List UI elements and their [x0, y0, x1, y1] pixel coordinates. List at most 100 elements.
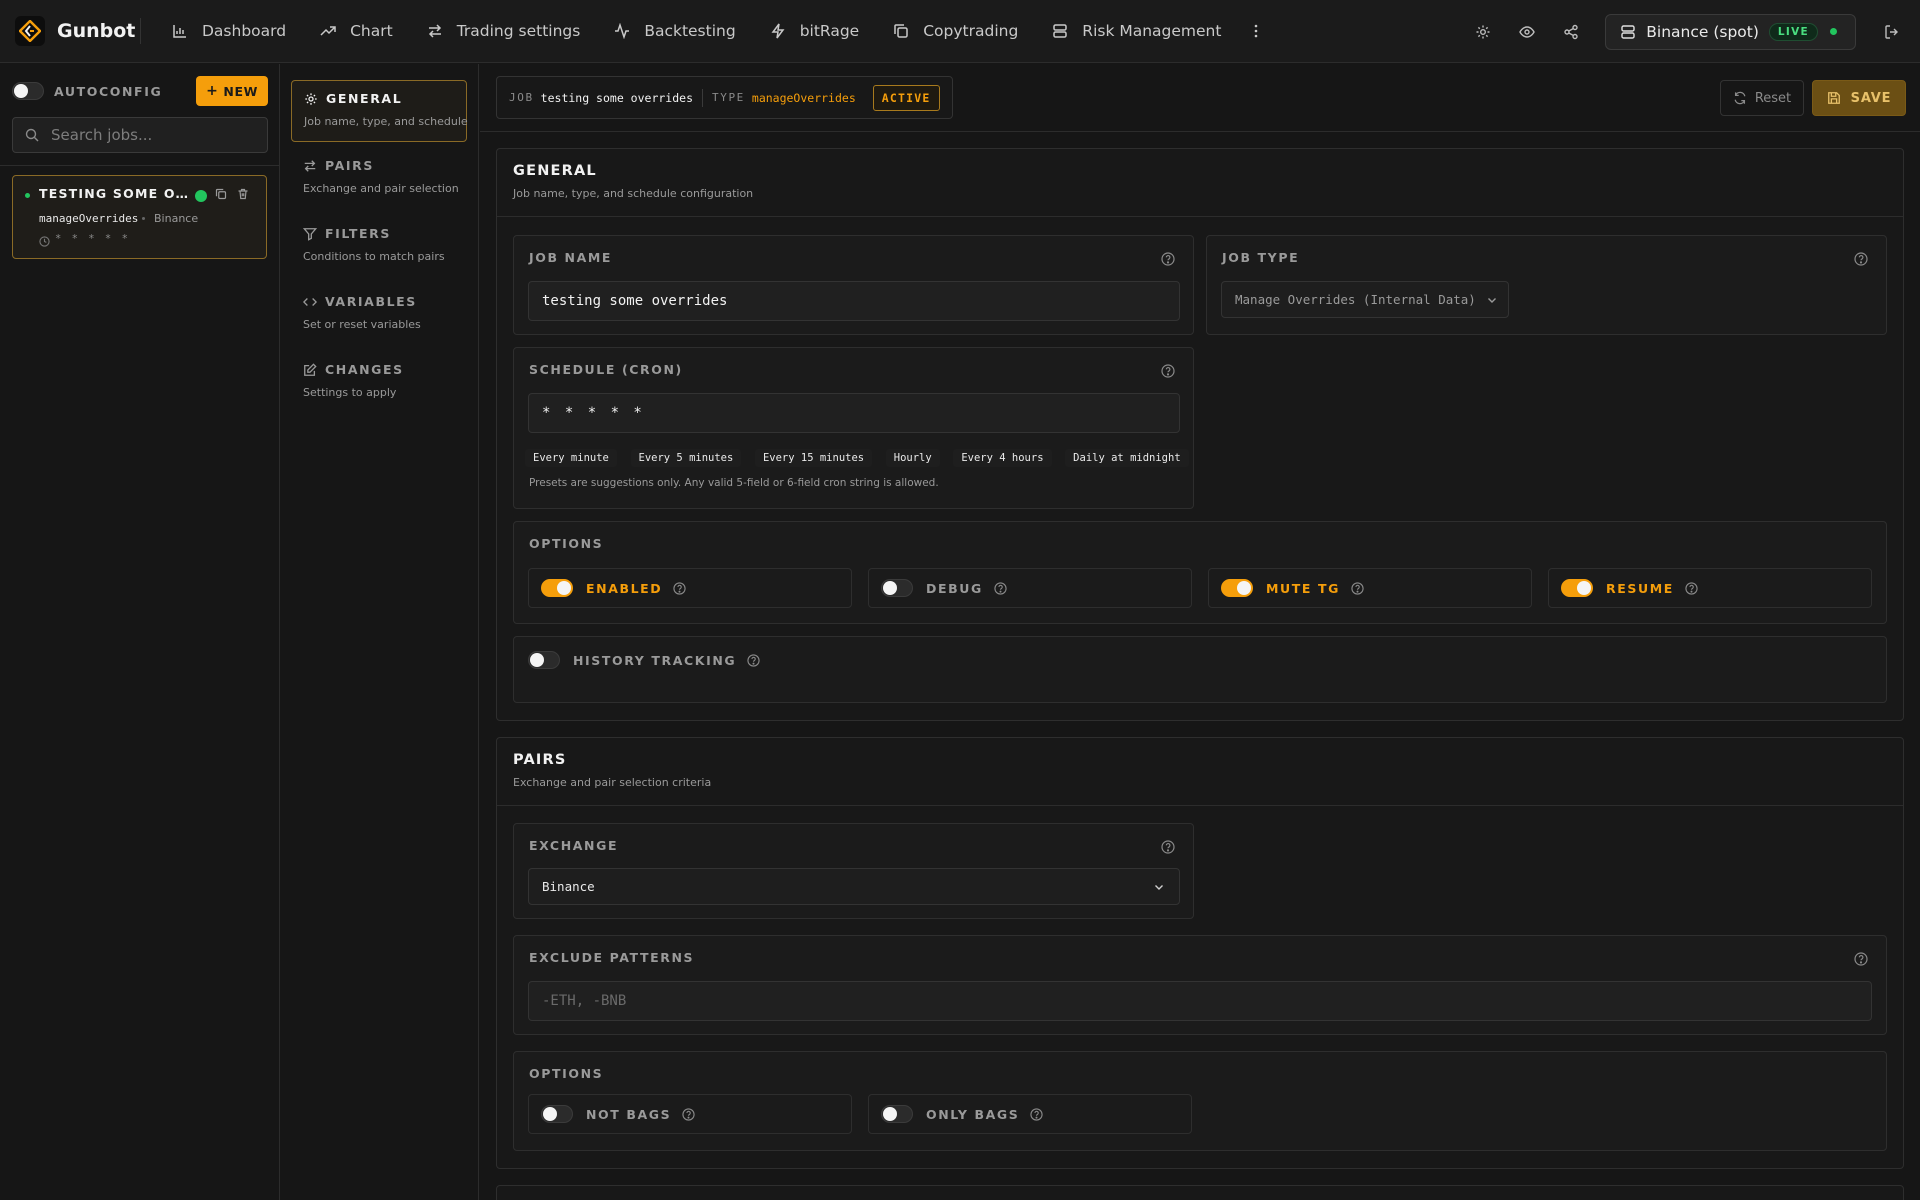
preset-chip[interactable]: Every 4 hours	[953, 449, 1052, 467]
nav-risk-management[interactable]: Risk Management	[1035, 11, 1238, 51]
section-nav-filters[interactable]: FILTERS Conditions to match pairs	[291, 216, 467, 278]
job-name-input[interactable]: testing some overrides	[528, 281, 1180, 321]
chevron-down-icon	[1155, 885, 1163, 890]
nav-bitrage[interactable]: bitRage	[753, 11, 877, 51]
help-icon[interactable]	[1685, 581, 1698, 595]
duplicate-job-button[interactable]	[215, 188, 227, 200]
help-icon[interactable]	[994, 581, 1007, 595]
help-icon[interactable]	[1161, 840, 1175, 854]
option-enabled[interactable]: ENABLED	[528, 568, 852, 608]
settings-button[interactable]	[1461, 12, 1505, 52]
top-right-controls: Binance (spot) LIVE	[1461, 0, 1920, 63]
help-icon[interactable]	[1161, 252, 1175, 266]
exchange-label: EXCHANGE	[529, 838, 619, 853]
section-nav-filters-label: FILTERS	[325, 226, 391, 241]
nav-risk-management-label: Risk Management	[1082, 22, 1222, 40]
help-icon[interactable]	[1854, 952, 1868, 966]
schedule-field: SCHEDULE (CRON) * * * * * Every minute E…	[513, 347, 1194, 509]
pairs-card: PAIRS Exchange and pair selection criter…	[496, 737, 1904, 1169]
option-resume[interactable]: RESUME	[1548, 568, 1872, 608]
job-type-select[interactable]: Manage Overrides (Internal Data)	[1221, 281, 1509, 318]
server-icon	[1621, 24, 1635, 39]
nav-more-button[interactable]	[1238, 11, 1288, 51]
exclude-patterns-field: EXCLUDE PATTERNS -ETH, -BNB	[513, 935, 1887, 1035]
section-nav-general[interactable]: GENERAL Job name, type, and schedule	[291, 80, 468, 142]
help-icon[interactable]	[1854, 252, 1868, 266]
search-input[interactable]	[51, 126, 251, 144]
autoconfig-toggle[interactable]	[12, 82, 44, 100]
status-badge: ACTIVE	[872, 84, 940, 111]
share-button[interactable]	[1549, 12, 1593, 52]
debug-toggle[interactable]	[881, 579, 913, 597]
job-card-separator	[142, 217, 145, 220]
resume-toggle[interactable]	[1561, 579, 1593, 597]
option-debug[interactable]: DEBUG	[868, 568, 1192, 608]
job-card-exchange: Binance	[154, 212, 199, 225]
only-bags-toggle[interactable]	[881, 1105, 913, 1123]
job-value: testing some overrides	[540, 90, 693, 105]
nav-dashboard-label: Dashboard	[202, 22, 287, 40]
option-not-bags[interactable]: NOT BAGS	[528, 1094, 852, 1134]
gear-icon	[305, 92, 317, 105]
logout-icon	[1885, 24, 1898, 39]
preset-chip[interactable]: Every 5 minutes	[630, 449, 742, 467]
section-nav-variables[interactable]: VARIABLES Set or reset variables	[291, 284, 467, 346]
preset-chip[interactable]: Every minute	[525, 449, 617, 467]
schedule-label: SCHEDULE (CRON)	[529, 362, 683, 377]
swap-arrows-icon	[428, 24, 441, 38]
job-active-indicator[interactable]	[195, 190, 207, 202]
nav-copytrading[interactable]: Copytrading	[876, 11, 1035, 51]
more-vertical-icon	[1255, 24, 1258, 38]
copy-icon	[894, 24, 908, 38]
help-icon[interactable]	[1161, 364, 1175, 378]
nav-chart[interactable]: Chart	[303, 11, 410, 51]
job-card[interactable]: TESTING SOME O... manageOverrides Binanc…	[12, 175, 267, 259]
pairs-title: PAIRS	[513, 752, 567, 768]
exchange-select[interactable]: Binance	[528, 868, 1180, 905]
option-mute-tg[interactable]: MUTE TG	[1208, 568, 1532, 608]
schedule-input[interactable]: * * * * *	[528, 393, 1180, 433]
nav-dashboard[interactable]: Dashboard	[155, 11, 303, 51]
help-icon[interactable]	[682, 1107, 695, 1121]
exclude-patterns-input[interactable]: -ETH, -BNB	[528, 981, 1872, 1021]
copy-icon	[215, 188, 227, 200]
logout-button[interactable]	[1864, 24, 1920, 40]
nav-trading-settings[interactable]: Trading settings	[410, 11, 598, 51]
job-card-type: manageOverrides	[39, 212, 139, 225]
delete-job-button[interactable]	[237, 188, 249, 200]
job-key: JOB	[509, 91, 534, 104]
activity-icon	[615, 23, 630, 39]
visibility-button[interactable]	[1505, 12, 1549, 52]
reset-button[interactable]: Reset	[1720, 80, 1804, 116]
save-button[interactable]: SAVE	[1812, 80, 1906, 116]
nav-backtesting[interactable]: Backtesting	[597, 11, 752, 51]
exchange-selector[interactable]: Binance (spot) LIVE	[1605, 13, 1856, 50]
history-tracking-toggle[interactable]	[528, 651, 560, 669]
brand[interactable]: Gunbot	[0, 16, 138, 46]
section-nav-changes[interactable]: CHANGES Settings to apply	[291, 352, 467, 414]
help-icon[interactable]	[747, 653, 760, 667]
preset-chip[interactable]: Daily at midnight	[1065, 449, 1189, 467]
mute-tg-toggle[interactable]	[1221, 579, 1253, 597]
filters-card	[496, 1185, 1904, 1200]
history-tracking-group: HISTORY TRACKING	[513, 636, 1887, 703]
history-tracking-row[interactable]: HISTORY TRACKING	[528, 651, 760, 669]
enabled-toggle[interactable]	[541, 579, 573, 597]
new-job-button[interactable]: + NEW	[196, 76, 268, 106]
preset-chip[interactable]: Hourly	[885, 449, 940, 467]
job-name-field: JOB NAME testing some overrides	[513, 235, 1194, 335]
new-job-label: NEW	[223, 83, 258, 99]
section-nav-pairs[interactable]: PAIRS Exchange and pair selection	[291, 148, 467, 210]
help-icon[interactable]	[673, 581, 686, 595]
not-bags-toggle[interactable]	[541, 1105, 573, 1123]
brand-divider	[140, 18, 141, 44]
option-not-bags-label: NOT BAGS	[586, 1106, 672, 1122]
share-icon	[1564, 24, 1578, 39]
help-icon[interactable]	[1351, 581, 1364, 595]
help-icon[interactable]	[1030, 1107, 1044, 1121]
preset-chip[interactable]: Every 15 minutes	[754, 449, 873, 467]
option-only-bags[interactable]: ONLY BAGS	[868, 1094, 1192, 1134]
edit-icon	[304, 362, 317, 376]
pairs-options-group: OPTIONS NOT BAGS ONLY BAGS	[513, 1051, 1887, 1151]
section-nav-changes-label: CHANGES	[325, 362, 404, 377]
